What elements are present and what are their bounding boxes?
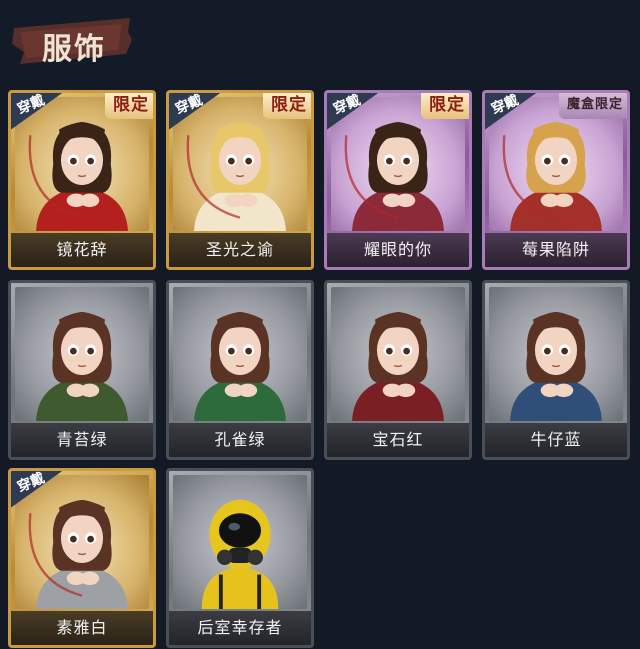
costume-name: 素雅白 bbox=[11, 611, 153, 645]
costume-name: 镜花辞 bbox=[11, 233, 153, 267]
costume-card[interactable]: 后室幸存者 bbox=[166, 468, 314, 648]
costume-portrait-frame bbox=[489, 287, 623, 421]
costume-card[interactable]: 穿戴 魔盒限定莓果陷阱 bbox=[482, 90, 630, 270]
costume-name: 耀眼的你 bbox=[327, 233, 469, 267]
costume-portrait-frame bbox=[15, 287, 149, 421]
character-portrait-icon bbox=[194, 311, 286, 421]
limited-badge: 魔盒限定 bbox=[558, 93, 627, 119]
costume-card[interactable]: 穿戴 限定镜花辞 bbox=[8, 90, 156, 270]
equipped-tag: 穿戴 bbox=[485, 93, 539, 131]
costume-portrait-frame bbox=[173, 475, 307, 609]
costume-portrait-frame bbox=[173, 287, 307, 421]
costume-name: 后室幸存者 bbox=[169, 611, 311, 645]
hazmat-survivor-portrait-icon bbox=[201, 499, 279, 609]
limited-badge: 限定 bbox=[421, 93, 469, 119]
equipped-tag: 穿戴 bbox=[11, 471, 65, 509]
costume-card[interactable]: 穿戴 限定耀眼的你 bbox=[324, 90, 472, 270]
costume-name: 莓果陷阱 bbox=[485, 233, 627, 267]
costume-name: 宝石红 bbox=[327, 423, 469, 457]
costume-card[interactable]: 穿戴 限定圣光之谕 bbox=[166, 90, 314, 270]
costume-name: 圣光之谕 bbox=[169, 233, 311, 267]
character-portrait-icon bbox=[36, 311, 128, 421]
equipped-tag: 穿戴 bbox=[11, 93, 65, 131]
equipped-tag: 穿戴 bbox=[169, 93, 223, 131]
costume-card[interactable]: 穿戴 素雅白 bbox=[8, 468, 156, 648]
costume-card[interactable]: 宝石红 bbox=[324, 280, 472, 460]
character-portrait-icon bbox=[352, 311, 444, 421]
costume-name: 青苔绿 bbox=[11, 423, 153, 457]
costume-card[interactable]: 牛仔蓝 bbox=[482, 280, 630, 460]
costume-name: 牛仔蓝 bbox=[485, 423, 627, 457]
equipped-tag: 穿戴 bbox=[327, 93, 381, 131]
character-portrait-icon bbox=[510, 311, 602, 421]
costume-grid: 穿戴 限定 镜花辞 穿戴 限定 圣光之谕 穿戴 限定 耀眼的你 穿戴 魔盒限定 莓果陷阱 青苔绿 孔雀绿宝… bbox=[0, 0, 640, 649]
costume-portrait-frame bbox=[331, 287, 465, 421]
limited-badge: 限定 bbox=[263, 93, 311, 119]
limited-badge: 限定 bbox=[105, 93, 153, 119]
costume-card[interactable]: 青苔绿 bbox=[8, 280, 156, 460]
costume-name: 孔雀绿 bbox=[169, 423, 311, 457]
costume-card[interactable]: 孔雀绿 bbox=[166, 280, 314, 460]
